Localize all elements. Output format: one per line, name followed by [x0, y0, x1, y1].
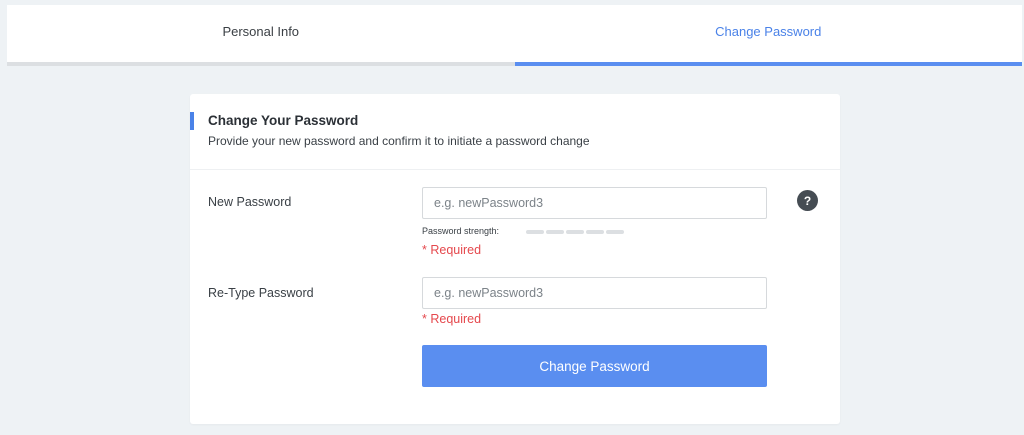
retype-password-label: Re-Type Password [208, 286, 314, 300]
strength-segment [566, 230, 584, 234]
strength-segment [526, 230, 544, 234]
header-accent-bar [190, 112, 194, 130]
password-strength-label: Password strength: [422, 226, 500, 236]
change-password-button[interactable]: Change Password [422, 345, 767, 387]
retype-password-input[interactable] [422, 277, 767, 309]
tab-bar: Personal Info Change Password [7, 5, 1022, 66]
card-subtitle: Provide your new password and confirm it… [208, 134, 590, 148]
tab-personal-info-label: Personal Info [222, 24, 300, 39]
strength-segment [546, 230, 564, 234]
password-strength-meter [526, 230, 624, 234]
tab-change-password-label: Change Password [715, 24, 822, 39]
card-header: Change Your Password Provide your new pa… [190, 94, 840, 170]
strength-segment [586, 230, 604, 234]
new-password-required: * Required [422, 243, 482, 257]
card-title: Change Your Password [208, 113, 359, 128]
tab-personal-info-underline [7, 62, 515, 66]
new-password-label: New Password [208, 195, 292, 209]
question-mark-icon[interactable]: ? [797, 190, 818, 211]
tab-change-password-underline [514, 62, 1022, 66]
new-password-input[interactable] [422, 187, 767, 219]
tab-change-password[interactable]: Change Password [514, 5, 1022, 66]
retype-password-required: * Required [422, 312, 482, 326]
strength-segment [606, 230, 624, 234]
tab-personal-info[interactable]: Personal Info [7, 5, 515, 66]
change-password-card: Change Your Password Provide your new pa… [190, 94, 840, 424]
